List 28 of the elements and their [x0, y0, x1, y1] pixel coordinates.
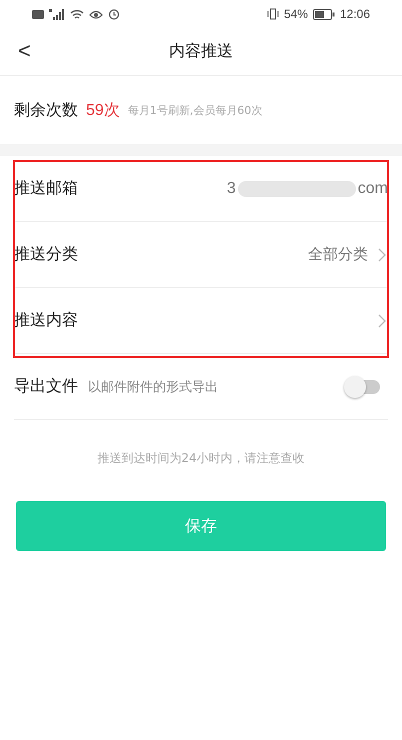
battery-percent: 54%	[284, 7, 308, 21]
hd-icon	[32, 10, 44, 18]
chevron-icon	[378, 248, 386, 262]
alarm-icon	[108, 8, 120, 20]
signal-icon	[49, 8, 65, 20]
clock-time: 12:06	[340, 7, 370, 21]
row-label: 导出文件	[14, 376, 78, 397]
back-button[interactable]: <	[12, 36, 37, 66]
eye-icon	[89, 8, 103, 20]
settings-row[interactable]: 推送邮箱 3 com	[14, 156, 388, 222]
remaining-label: 剩余次数	[14, 100, 78, 120]
row-label: 推送分类	[14, 244, 78, 265]
row-note: 以邮件附件的形式导出	[88, 378, 218, 396]
wifi-icon	[70, 8, 84, 20]
email-end: com	[358, 180, 388, 198]
row-value: 全部分类	[308, 245, 368, 264]
delivery-hint: 推送到达时间为24小时内，请注意查收	[96, 450, 306, 467]
row-label: 推送内容	[14, 310, 78, 331]
remaining-count: 59次	[86, 100, 120, 120]
page-title: 内容推送	[169, 41, 233, 62]
settings-row[interactable]: 推送分类 全部分类	[14, 222, 388, 288]
battery-icon	[312, 8, 335, 20]
chevron-icon	[378, 314, 386, 328]
email-start: 3	[226, 180, 236, 198]
settings-row[interactable]: 推送内容	[14, 288, 388, 354]
vibrate-icon	[266, 8, 279, 20]
refresh-note: 每月1号刷新,会员每月60次	[128, 102, 262, 118]
row-label: 推送邮箱	[14, 178, 78, 199]
